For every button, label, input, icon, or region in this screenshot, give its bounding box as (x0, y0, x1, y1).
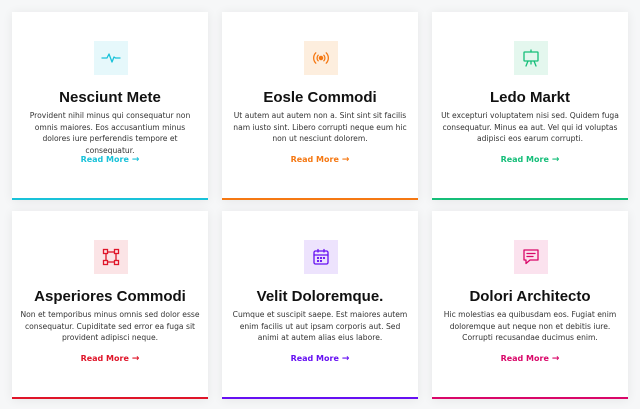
arrow-right-icon: → (131, 354, 140, 364)
read-more-link[interactable]: Read More → (12, 354, 208, 364)
read-more-label: Read More (500, 354, 549, 363)
card-title: Asperiores Commodi (34, 288, 186, 305)
card-description: Non et temporibus minus omnis sed dolor … (20, 310, 200, 343)
arrow-right-icon: → (551, 354, 560, 364)
broadcast-icon (313, 52, 329, 64)
service-card: Eosle Commodi Ut autem aut autem non a. … (222, 12, 418, 200)
read-more-link[interactable]: Read More → (222, 354, 418, 364)
read-more-label: Read More (290, 155, 339, 164)
read-more-link[interactable]: Read More → (432, 354, 628, 364)
card-title: Velit Doloremque. (256, 288, 384, 305)
arrow-right-icon: → (341, 155, 350, 165)
read-more-label: Read More (80, 155, 129, 164)
icon-box (514, 240, 548, 274)
icon-box (304, 240, 338, 274)
icon-box (304, 41, 338, 75)
card-description: Provident nihil minus qui consequatur no… (29, 111, 191, 155)
read-more-label: Read More (290, 354, 339, 363)
read-more-label: Read More (500, 155, 549, 164)
bounding-box-icon (102, 248, 120, 266)
icon-box (94, 240, 128, 274)
icon-box (514, 41, 548, 75)
heartbeat-icon (101, 53, 121, 63)
service-card: Nesciunt Mete Provident nihil minus qui … (12, 12, 208, 200)
services-grid: Nesciunt Mete Provident nihil minus qui … (0, 0, 640, 409)
calendar-icon (313, 248, 329, 265)
card-title: Eosle Commodi (263, 89, 377, 106)
card-description: Ut excepturi voluptatem nisi sed. Quidem… (441, 111, 619, 144)
arrow-right-icon: → (131, 155, 140, 165)
card-title: Dolori Architecto (469, 288, 591, 305)
easel-icon (523, 49, 539, 67)
service-card: Dolori Architecto Hic molestias ea quibu… (432, 211, 628, 399)
card-title: Ledo Markt (489, 89, 570, 106)
arrow-right-icon: → (341, 354, 350, 364)
arrow-right-icon: → (551, 155, 560, 165)
service-card: Velit Doloremque. Cumque et suscipit sae… (222, 211, 418, 399)
icon-box (94, 41, 128, 75)
card-title: Nesciunt Mete (59, 89, 161, 106)
chat-text-icon (523, 249, 539, 265)
service-card: Ledo Markt Ut excepturi voluptatem nisi … (432, 12, 628, 200)
card-description: Ut autem aut autem non a. Sint sint sit … (233, 111, 407, 144)
read-more-link[interactable]: Read More → (12, 155, 208, 165)
card-description: Cumque et suscipit saepe. Est maiores au… (232, 310, 408, 343)
service-card: Asperiores Commodi Non et temporibus min… (12, 211, 208, 399)
card-description: Hic molestias ea quibusdam eos. Fugiat e… (443, 310, 617, 343)
read-more-link[interactable]: Read More → (222, 155, 418, 165)
read-more-label: Read More (80, 354, 129, 363)
read-more-link[interactable]: Read More → (432, 155, 628, 165)
